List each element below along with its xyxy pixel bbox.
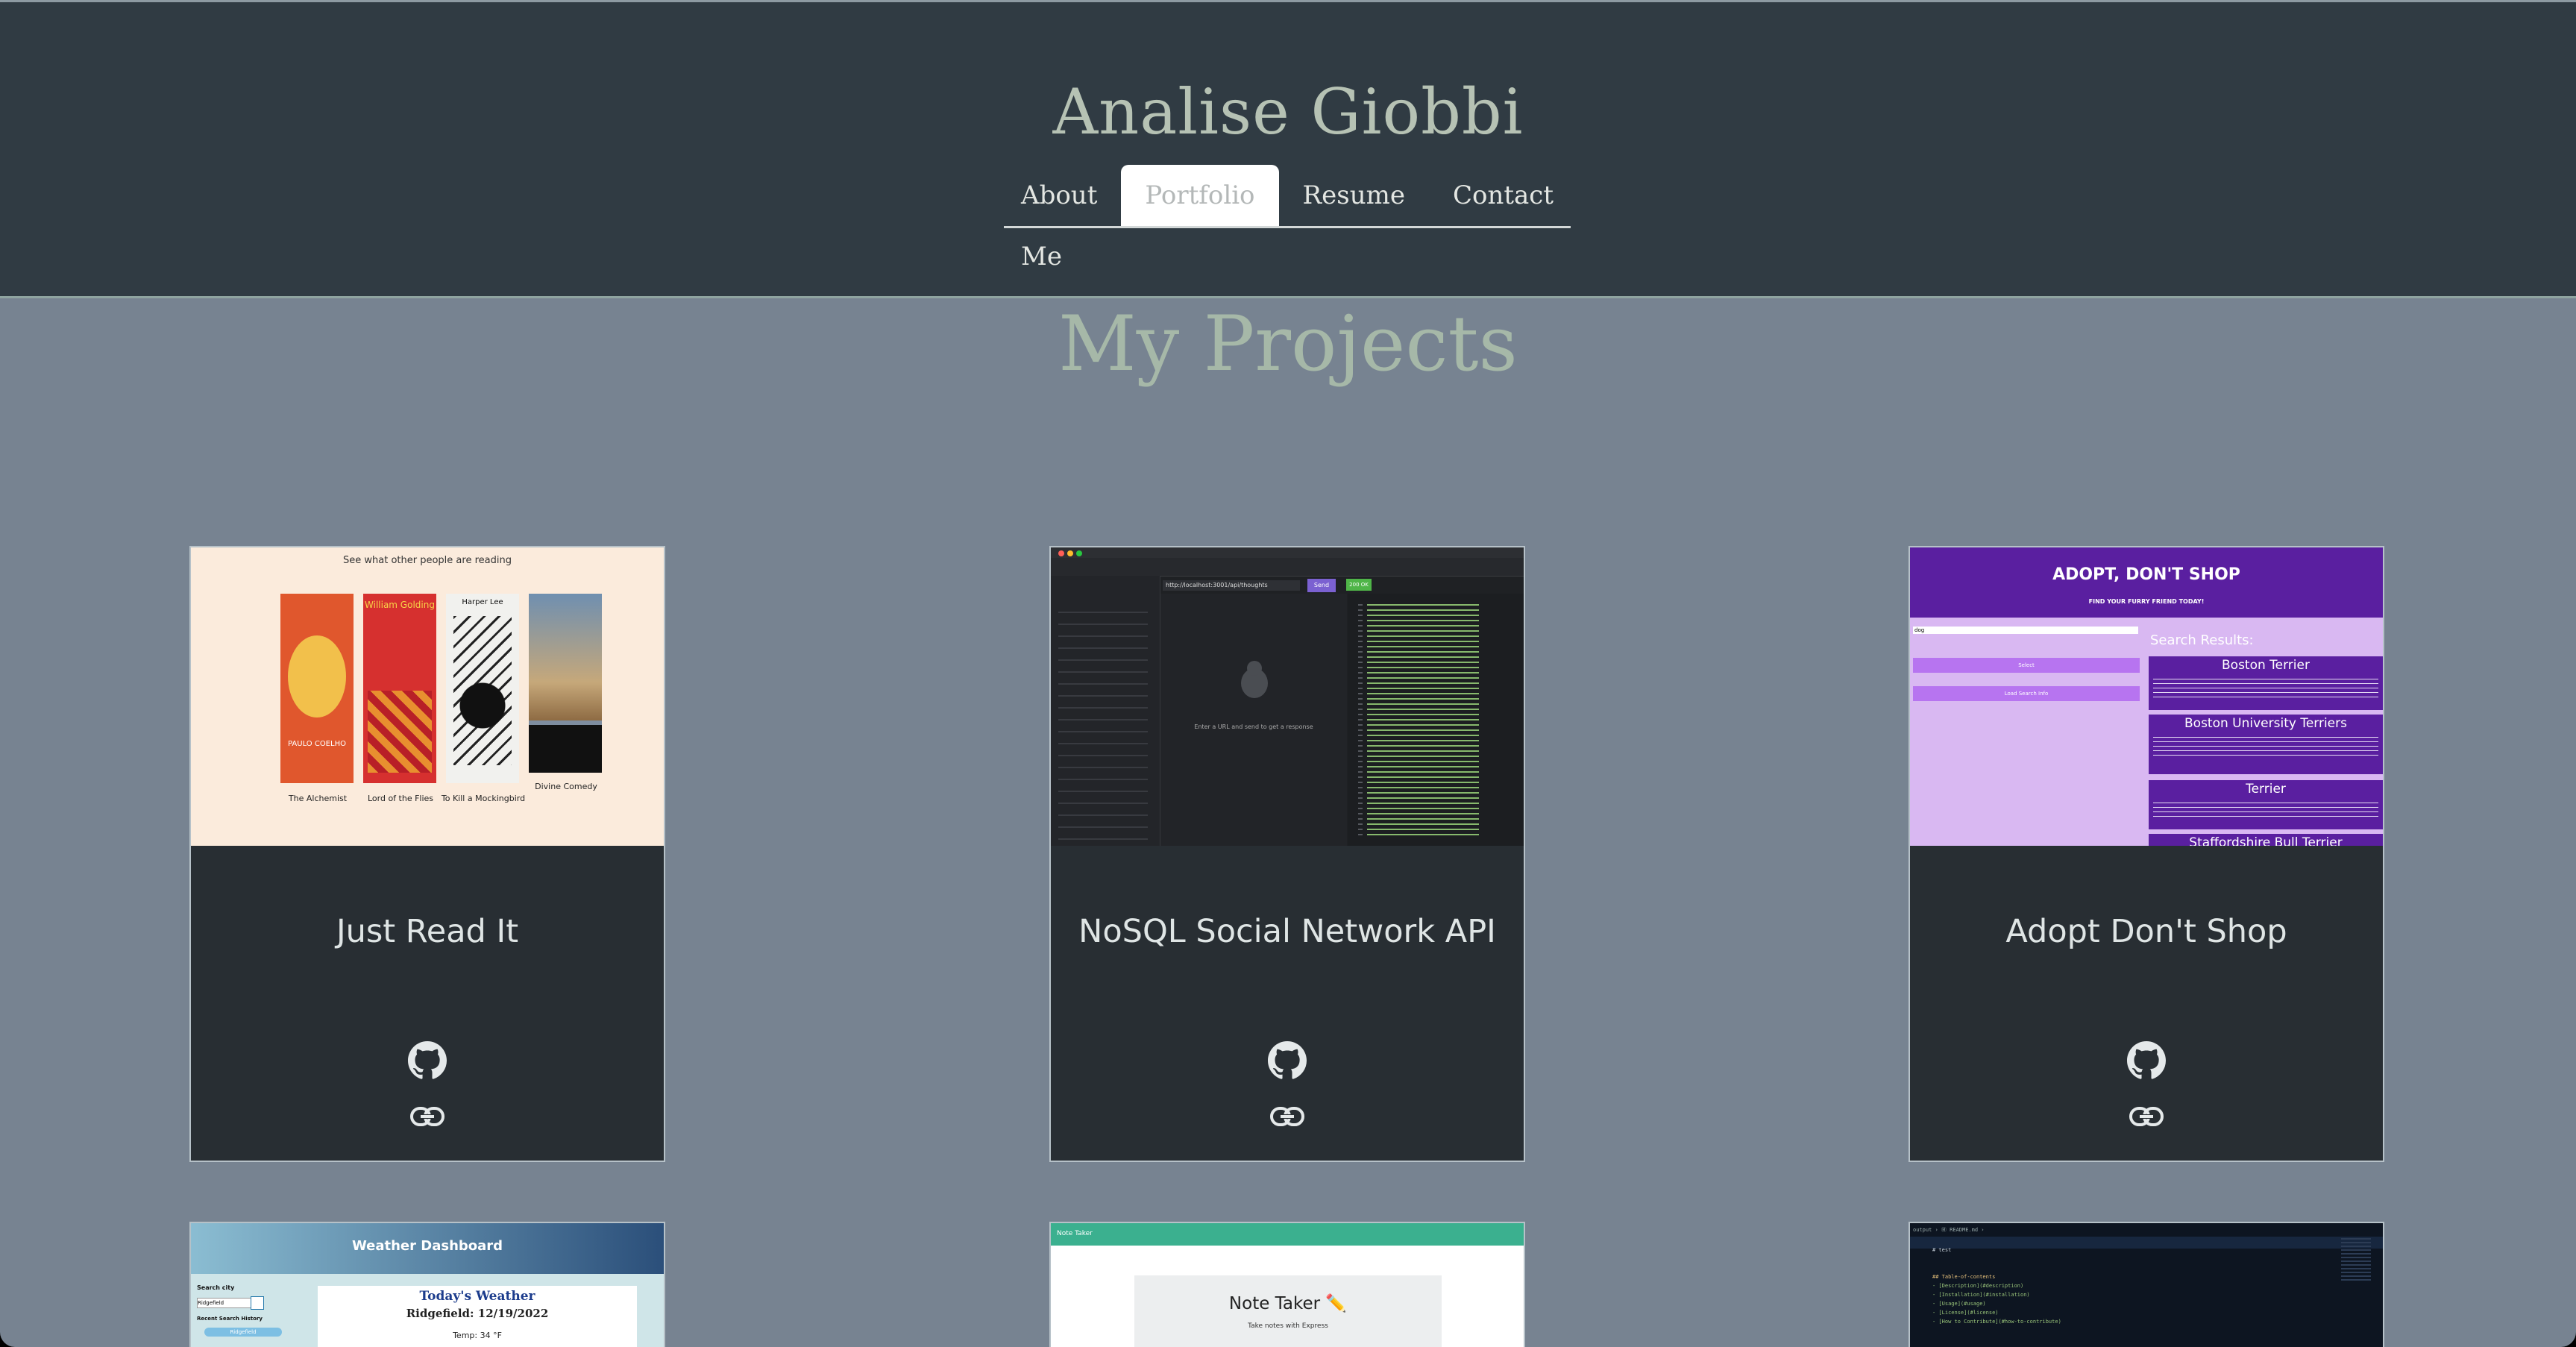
github-icon[interactable] (408, 1041, 447, 1080)
weather-banner: Weather Dashboard (351, 1238, 503, 1254)
project-title: Just Read It (336, 913, 519, 950)
request-sidebar (1051, 576, 1160, 846)
nav-portfolio[interactable]: Portfolio (1121, 165, 1279, 226)
project-card-adopt-dont-shop: ADOPT, DON'T SHOP FIND YOUR FURRY FRIEND… (1909, 546, 2384, 1162)
project-screenshot[interactable]: Note Taker Note Taker ✏️ Take notes with… (1051, 1223, 1524, 1347)
project-card-note-taker: Note Taker Note Taker ✏️ Take notes with… (1049, 1222, 1525, 1347)
project-title: Adopt Don't Shop (2005, 913, 2287, 950)
status-badge: 200 OK (1346, 579, 1372, 591)
site-title: Analise Giobbi (1052, 75, 1524, 148)
nav-contact[interactable]: Contact (1429, 165, 1577, 226)
project-card-readme-generator: output › Ⓜ README.md › # test ## Table-o… (1909, 1222, 2384, 1347)
site-header: Analise Giobbi About Me Portfolio Resume… (0, 0, 2576, 298)
project-screenshot[interactable]: See what other people are reading PAULO … (191, 547, 664, 846)
project-card-nosql-social-network-api: http://localhost:3001/api/thoughts Send … (1049, 546, 1525, 1162)
nav-resume[interactable]: Resume (1279, 165, 1429, 226)
project-screenshot[interactable]: Weather Dashboard Search city Ridgefield… (191, 1223, 664, 1347)
main-nav: About Me Portfolio Resume Contact (1004, 165, 1571, 271)
book-cover-mockingbird: Harper Lee To Kill a Mockingbird (442, 594, 525, 803)
url-field: http://localhost:3001/api/thoughts (1163, 580, 1300, 591)
send-button: Send (1307, 579, 1336, 592)
link-icon[interactable] (2129, 1105, 2164, 1128)
section-title: My Projects (1058, 300, 1518, 389)
portfolio-page: Analise Giobbi About Me Portfolio Resume… (0, 0, 2576, 1347)
link-icon[interactable] (1269, 1105, 1305, 1128)
book-cover-alchemist: PAULO COELHO The Alchemist (280, 594, 354, 803)
project-card-weather-dashboard: Weather Dashboard Search city Ridgefield… (189, 1222, 665, 1347)
project-screenshot[interactable]: http://localhost:3001/api/thoughts Send … (1051, 547, 1524, 846)
project-screenshot[interactable]: ADOPT, DON'T SHOP FIND YOUR FURRY FRIEND… (1910, 547, 2383, 846)
book-cover-divine-comedy: Divine Comedy (529, 594, 602, 791)
github-icon[interactable] (1268, 1041, 1307, 1080)
nav-about-me[interactable]: About Me (997, 165, 1121, 271)
github-icon[interactable] (2127, 1041, 2166, 1080)
empty-hint: Enter a URL and send to get a response (1194, 723, 1313, 730)
adopt-banner: ADOPT, DON'T SHOP FIND YOUR FURRY FRIEND… (1910, 547, 2383, 618)
book-cover-lord-of-the-flies: William Golding Lord of the Flies (363, 594, 436, 803)
project-title: NoSQL Social Network API (1078, 913, 1496, 950)
project-card-just-read-it: See what other people are reading PAULO … (189, 546, 665, 1162)
project-screenshot[interactable]: output › Ⓜ README.md › # test ## Table-o… (1910, 1223, 2383, 1347)
thumb-heading: See what other people are reading (343, 555, 512, 566)
link-icon[interactable] (409, 1105, 445, 1128)
